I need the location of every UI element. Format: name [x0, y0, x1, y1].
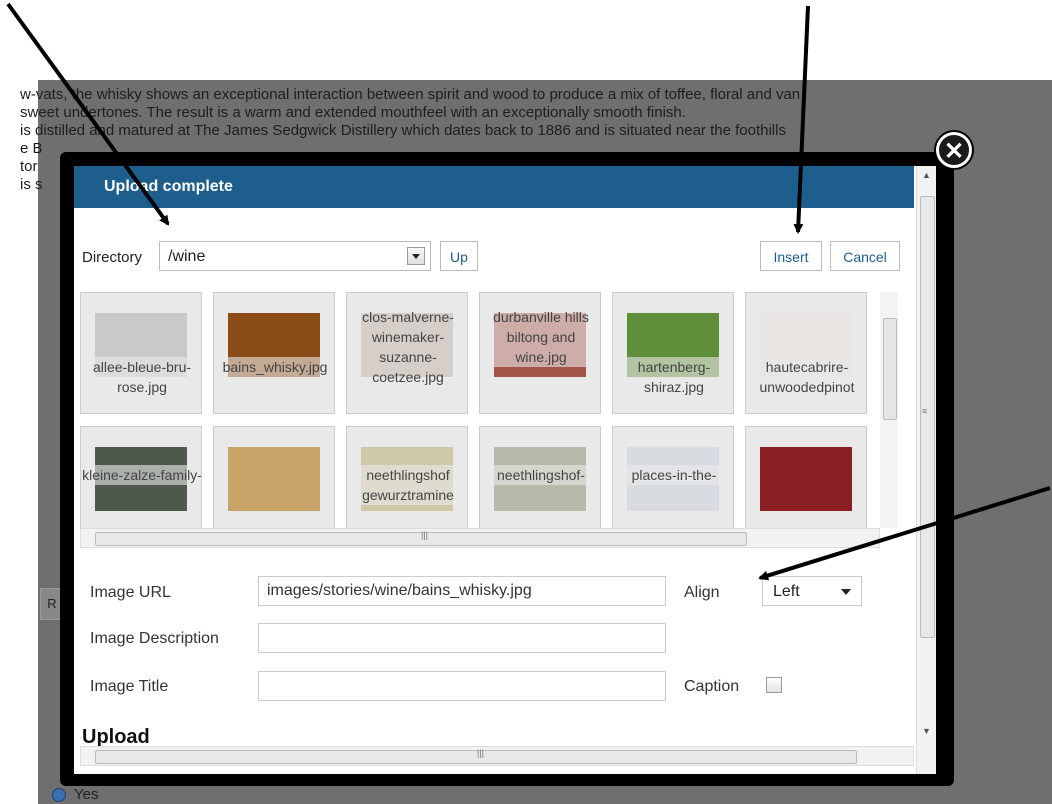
chevron-down-icon[interactable]	[407, 247, 425, 265]
grip-icon: |||	[477, 748, 485, 758]
up-button[interactable]: Up	[440, 241, 478, 271]
image-url-field[interactable]: images/stories/wine/bains_whisky.jpg	[258, 576, 666, 606]
cancel-button[interactable]: Cancel	[830, 241, 900, 271]
caption-label: Caption	[684, 678, 740, 695]
grip-icon: ≡	[922, 406, 928, 416]
insert-button[interactable]: Insert	[760, 241, 822, 271]
dialog-title: Upload complete	[104, 178, 233, 195]
thumbnail-item[interactable]	[213, 426, 335, 528]
thumbnail-caption: allee-bleue-bru-rose.jpg	[81, 357, 201, 397]
thumbnail-item[interactable]: kleine-zalze-family-	[80, 426, 202, 528]
image-title-field[interactable]	[258, 671, 666, 701]
dialog-horizontal-scrollbar[interactable]: |||	[80, 746, 914, 766]
directory-value: /wine	[168, 248, 206, 265]
background-yes-option: Yes	[46, 786, 98, 803]
thumbnail-item[interactable]: neethlingshof gewurztramine	[346, 426, 468, 528]
thumbnail-caption: hautecabrire-unwoodedpinot	[746, 357, 866, 397]
directory-select[interactable]: /wine	[159, 241, 431, 271]
thumbnail-grid: allee-bleue-bru-rose.jpg bains_whisky.jpg…	[80, 292, 902, 528]
scrollbar-thumb[interactable]	[883, 318, 897, 420]
caption-checkbox[interactable]	[766, 677, 782, 693]
grip-icon: |||	[421, 530, 429, 540]
radio-icon	[52, 788, 66, 803]
scrollbar-thumb[interactable]	[920, 196, 935, 638]
image-title-label: Image Title	[90, 678, 169, 695]
champagne-glasses-icon	[228, 447, 320, 511]
thumbnail-caption: hartenberg-shiraz.jpg	[613, 357, 733, 397]
thumbnail-caption: clos-malverne-winemaker-suzanne-coetzee.…	[347, 307, 467, 387]
two-wine-bottles-icon	[760, 447, 852, 511]
thumbnail-caption: bains_whisky.jpg	[214, 357, 334, 377]
thumbnail-item[interactable]: bains_whisky.jpg	[213, 292, 335, 414]
background-text-line: sweet undertones. The result is a warm a…	[20, 104, 686, 121]
image-description-field[interactable]	[258, 623, 666, 653]
thumbnail-item[interactable]: places-in-the-	[612, 426, 734, 528]
thumbnail-item[interactable]: hautecabrire-unwoodedpinot	[745, 292, 867, 414]
thumbnail-item[interactable]: hartenberg-shiraz.jpg	[612, 292, 734, 414]
thumbnail-caption: places-in-the-	[613, 465, 733, 485]
thumbnail-item[interactable]: clos-malverne-winemaker-suzanne-coetzee.…	[346, 292, 468, 414]
thumbnail-item[interactable]	[745, 426, 867, 528]
grid-horizontal-scrollbar[interactable]: |||	[80, 528, 880, 548]
thumbnail-item[interactable]: neethlingshof-	[479, 426, 601, 528]
thumbnail-item[interactable]: durbanville hills biltong and wine.jpg	[479, 292, 601, 414]
image-manager-dialog: Upload complete ▲ ≡ ▼ Directory /wine Up…	[74, 166, 936, 774]
image-description-label: Image Description	[90, 630, 219, 647]
scroll-up-icon[interactable]: ▲	[922, 170, 931, 180]
dialog-vertical-scrollbar[interactable]: ▲ ≡ ▼	[916, 166, 936, 774]
grid-vertical-scrollbar[interactable]	[880, 292, 898, 528]
thumbnail-caption: durbanville hills biltong and wine.jpg	[480, 307, 600, 367]
background-text-line: w-vats, the whisky shows an exceptional …	[20, 86, 801, 103]
thumbnail-caption: neethlingshof-	[480, 465, 600, 485]
background-text-line: is distilled and matured at The James Se…	[20, 122, 786, 139]
close-icon[interactable]: ✕	[936, 132, 972, 168]
dialog-header: Upload complete	[74, 166, 914, 208]
align-label: Align	[684, 584, 720, 601]
yes-label: Yes	[74, 786, 99, 803]
scrollbar-thumb[interactable]	[95, 750, 857, 764]
thumbnail-caption: kleine-zalze-family-	[81, 465, 202, 485]
align-select[interactable]: Left	[762, 576, 862, 606]
scroll-down-icon[interactable]: ▼	[922, 726, 931, 736]
chevron-down-icon[interactable]	[841, 589, 851, 595]
image-url-label: Image URL	[90, 584, 171, 601]
directory-label: Directory	[82, 249, 143, 266]
thumbnail-item[interactable]: allee-bleue-bru-rose.jpg	[80, 292, 202, 414]
align-value: Left	[773, 583, 800, 600]
thumbnail-caption: neethlingshof gewurztramine	[347, 465, 467, 505]
